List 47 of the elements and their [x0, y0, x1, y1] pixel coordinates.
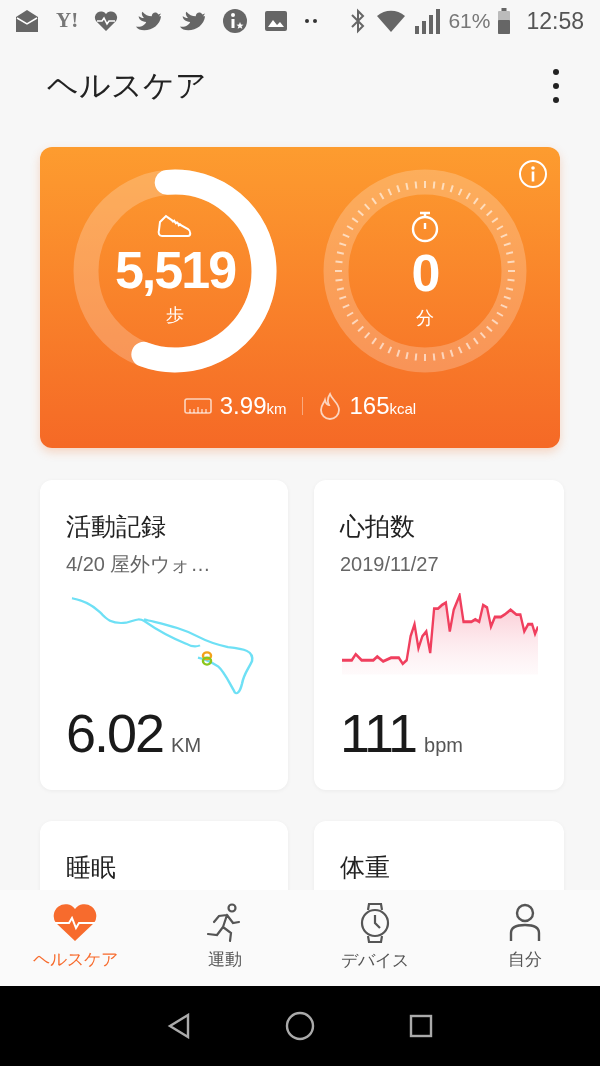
metric-unit: bpm [424, 733, 463, 758]
card-title: 体重 [340, 852, 391, 883]
battery-percentage: 61% [448, 8, 491, 35]
card-title: 活動記録 [66, 511, 167, 542]
card-subtitle: 4/20 屋外ウォ… [66, 551, 212, 577]
page-title: ヘルスケア [47, 66, 207, 105]
card-title: 心拍数 [340, 511, 416, 542]
nav-tab[interactable]: デバイス [300, 902, 450, 974]
wifi-icon [376, 9, 407, 33]
heart-pulse-icon [94, 10, 119, 32]
more-notifications-icon [304, 18, 319, 24]
person-icon [508, 903, 542, 944]
bird-icon [178, 9, 207, 33]
metric-value: 6.02 [66, 706, 164, 760]
recent-apps-icon[interactable] [409, 1014, 434, 1038]
card-subtitle: 2019/11/27 [340, 551, 440, 577]
step-unit: 歩 [166, 303, 184, 327]
nav-tab[interactable]: 自分 [450, 903, 600, 973]
shoe-icon [157, 213, 193, 240]
mail-icon [14, 9, 40, 33]
clock-time: 12:58 [526, 6, 584, 36]
bird-icon [134, 9, 163, 33]
metric-card[interactable]: 体重 [314, 821, 564, 890]
flame-icon [319, 392, 342, 420]
signal-icon [414, 8, 441, 34]
calories-value: 165kcal [349, 391, 417, 421]
metric-value: 111 [340, 706, 417, 760]
metric-card[interactable]: 活動記録 4/20 屋外ウォ… 6.02 KM [40, 480, 288, 790]
metric-card[interactable]: 睡眠 [40, 821, 288, 890]
more-menu-icon[interactable] [552, 68, 560, 104]
active-minutes: 0 [411, 246, 439, 299]
metric-card[interactable]: 心拍数 2019/11/27 111 bpm [314, 480, 564, 790]
card-title: 睡眠 [66, 852, 117, 883]
home-icon[interactable] [284, 1010, 316, 1042]
image-icon [264, 10, 289, 32]
minutes-unit: 分 [416, 306, 434, 330]
heart-pulse-icon [52, 903, 98, 944]
back-icon[interactable] [166, 1013, 191, 1039]
ruler-icon [183, 397, 212, 415]
battery-icon [498, 8, 511, 34]
nav-tab[interactable]: 運動 [150, 903, 300, 973]
app-logo: Y! [56, 7, 79, 35]
metric-unit: KM [171, 733, 202, 758]
step-count: 5,519 [114, 243, 236, 296]
distance-value: 3.99km [219, 391, 287, 421]
watch-icon [358, 902, 392, 945]
stopwatch-icon [410, 210, 440, 243]
